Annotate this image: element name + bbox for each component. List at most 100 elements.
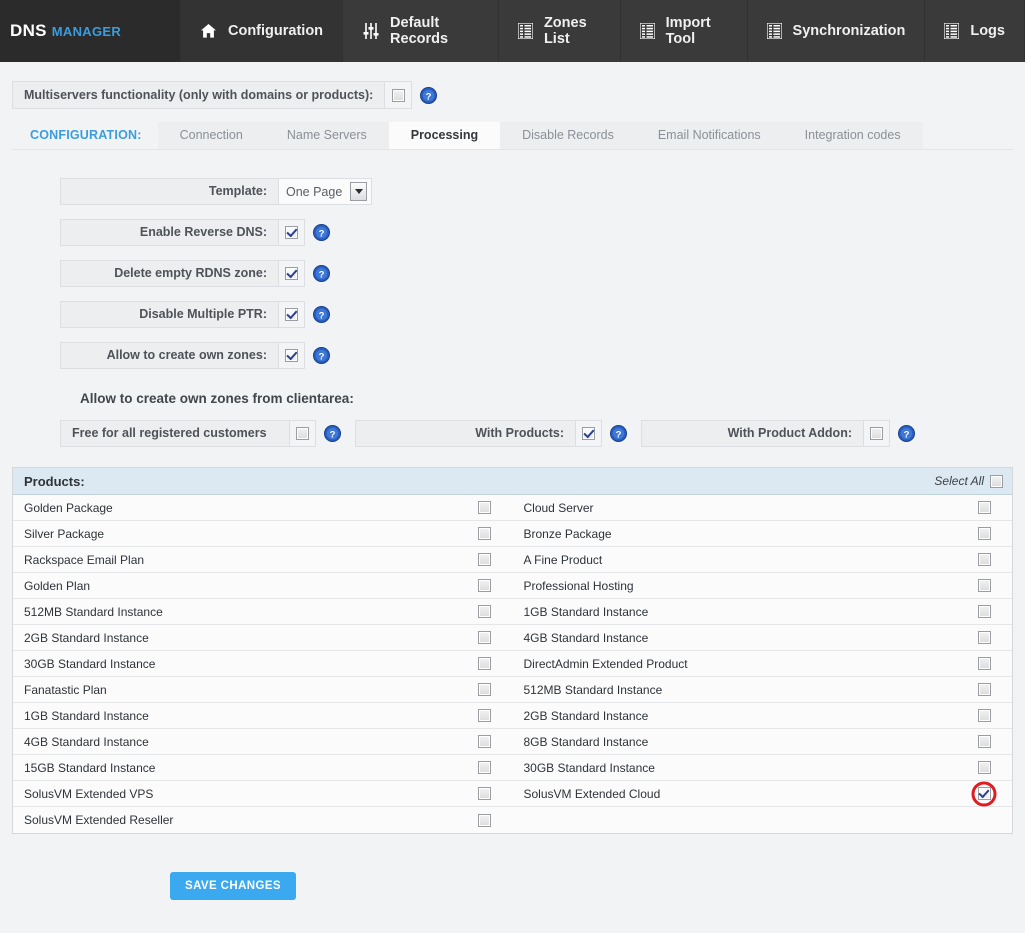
select-all-checkbox[interactable] — [990, 474, 1003, 488]
product-checkbox-wrap — [457, 605, 513, 618]
product-checkbox-wrap — [956, 709, 1012, 722]
product-checkbox[interactable] — [478, 787, 491, 800]
help-icon[interactable]: ? — [610, 425, 627, 442]
product-checkbox[interactable] — [478, 709, 491, 722]
product-checkbox[interactable] — [478, 501, 491, 514]
product-cell-left: 15GB Standard Instance — [13, 755, 513, 781]
product-cell-right: Bronze Package — [513, 521, 1013, 547]
product-checkbox-wrap — [457, 501, 513, 514]
tab-integration-codes[interactable]: Integration codes — [782, 122, 923, 149]
product-checkbox[interactable] — [977, 631, 991, 644]
template-select[interactable]: One Page — [278, 178, 373, 205]
nav-item-zones-list[interactable]: Zones List — [499, 0, 621, 62]
product-checkbox[interactable] — [478, 579, 491, 592]
product-name: SolusVM Extended Reseller — [24, 813, 174, 827]
allow-to-create-own-zones-checkbox[interactable] — [285, 349, 298, 362]
nav-item-label: Configuration — [228, 23, 324, 39]
product-checkbox[interactable] — [977, 735, 991, 748]
help-icon[interactable]: ? — [313, 224, 330, 241]
toggle-row: Delete empty RDNS zone:? — [60, 260, 1013, 287]
products-table-body: Golden Package Cloud Server Silver Package… — [13, 495, 1012, 833]
tab-name-servers[interactable]: Name Servers — [264, 122, 389, 149]
product-checkbox[interactable] — [977, 709, 991, 722]
product-cell-right: Professional Hosting — [513, 573, 1013, 599]
clientarea-options-row: Free for all registered customers ? With… — [60, 420, 1013, 447]
free-for-all-checkbox[interactable] — [296, 427, 309, 440]
page-content: Multiservers functionality (only with do… — [0, 81, 1025, 900]
product-checkbox[interactable] — [478, 813, 491, 827]
product-checkbox[interactable] — [977, 605, 991, 618]
product-checkbox-wrap — [956, 735, 1012, 748]
disable-multiple-ptr-label: Disable Multiple PTR: — [60, 301, 278, 328]
nav-item-label: Logs — [970, 23, 1005, 39]
product-name: Golden Plan — [24, 578, 91, 593]
multiservers-checkbox[interactable] — [391, 88, 405, 102]
with-products-checkbox[interactable] — [582, 427, 595, 440]
product-name: Rackspace Email Plan — [24, 552, 145, 567]
delete-empty-rdns-zone-checkbox[interactable] — [285, 267, 298, 280]
disable-multiple-ptr-checkbox[interactable] — [285, 308, 298, 321]
product-checkbox[interactable] — [977, 683, 991, 696]
nav-item-logs[interactable]: Logs — [925, 0, 1025, 62]
nav-item-import-tool[interactable]: Import Tool — [621, 0, 748, 62]
product-checkbox[interactable] — [478, 761, 491, 774]
with-product-addon-checkbox[interactable] — [870, 427, 883, 440]
product-checkbox[interactable] — [977, 761, 991, 774]
table-row: Golden Package Cloud Server — [13, 495, 1012, 521]
product-cell-left: SolusVM Extended VPS — [13, 781, 513, 807]
product-checkbox[interactable] — [478, 683, 491, 696]
help-icon[interactable]: ? — [898, 425, 915, 442]
product-checkbox[interactable] — [977, 527, 991, 540]
tab-email-notifications[interactable]: Email Notifications — [635, 122, 783, 149]
enable-reverse-dns-checkbox[interactable] — [285, 226, 298, 239]
help-icon[interactable]: ? — [313, 347, 330, 364]
with-products-label: With Products: — [355, 420, 575, 447]
product-checkbox[interactable] — [977, 553, 991, 566]
tab-disable-records[interactable]: Disable Records — [500, 122, 636, 149]
product-checkbox-wrap — [457, 527, 513, 540]
product-checkbox-wrap — [956, 683, 1012, 696]
configuration-section-label: CONFIGURATION: — [30, 128, 142, 142]
nav-item-default-records[interactable]: Default Records — [343, 0, 499, 62]
tab-processing[interactable]: Processing — [388, 122, 501, 149]
configuration-tabs: CONFIGURATION: Connection Name Servers Pro… — [12, 122, 1013, 150]
product-checkbox[interactable] — [977, 787, 991, 800]
product-checkbox[interactable] — [478, 657, 491, 670]
nav-item-configuration[interactable]: Configuration — [180, 0, 344, 62]
svg-text:?: ? — [319, 269, 325, 280]
toggle-row: Allow to create own zones:? — [60, 342, 1013, 369]
product-cell-left: 1GB Standard Instance — [13, 703, 513, 729]
product-checkbox-wrap — [457, 787, 513, 800]
help-icon[interactable]: ? — [313, 265, 330, 282]
table-row: Silver Package Bronze Package — [13, 521, 1012, 547]
table-row: SolusVM Extended Reseller — [13, 807, 1012, 833]
product-cell-left: 512MB Standard Instance — [13, 599, 513, 625]
product-name: A Fine Product — [523, 552, 603, 567]
product-name: 8GB Standard Instance — [523, 734, 649, 749]
product-checkbox[interactable] — [478, 631, 491, 644]
product-cell-left: Fanatastic Plan — [13, 677, 513, 703]
product-checkbox[interactable] — [478, 553, 491, 566]
help-icon[interactable]: ? — [313, 306, 330, 323]
brand-secondary-text: MANAGER — [51, 23, 122, 39]
table-row: 512MB Standard Instance 1GB Standard Inst… — [13, 599, 1012, 625]
save-changes-button[interactable]: SAVE CHANGES — [170, 872, 296, 900]
chevron-down-icon[interactable] — [350, 182, 368, 201]
product-checkbox[interactable] — [478, 527, 491, 540]
product-checkbox-wrap — [457, 709, 513, 722]
nav-item-synchronization[interactable]: Synchronization — [748, 0, 926, 62]
product-cell-right — [513, 807, 1013, 833]
product-checkbox[interactable] — [977, 657, 991, 670]
help-icon[interactable]: ? — [324, 425, 341, 442]
product-checkbox[interactable] — [977, 579, 991, 592]
product-name: 4GB Standard Instance — [24, 734, 149, 749]
help-icon[interactable]: ? — [420, 86, 438, 104]
tab-connection[interactable]: Connection — [157, 122, 265, 149]
product-checkbox[interactable] — [478, 605, 491, 618]
product-checkbox[interactable] — [977, 501, 991, 514]
table-row: 2GB Standard Instance 4GB Standard Instan… — [13, 625, 1012, 651]
allow-to-create-own-zones-checkbox-cell — [278, 342, 305, 369]
product-cell-left: Golden Plan — [13, 573, 513, 599]
product-checkbox[interactable] — [478, 735, 491, 748]
product-cell-right: 2GB Standard Instance — [513, 703, 1013, 729]
